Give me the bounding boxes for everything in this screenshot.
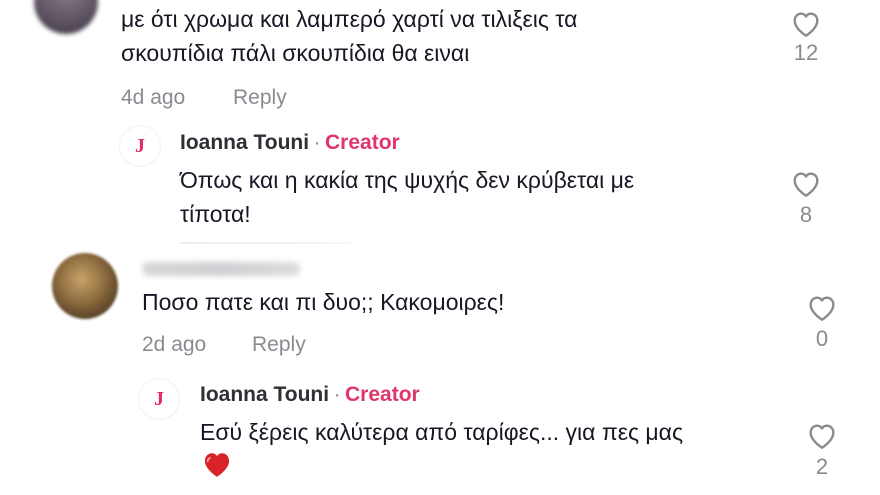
reply-text: Εσύ ξέρεις καλύτερα από ταρίφες... για π… [200, 419, 684, 445]
creator-avatar[interactable]: J [119, 125, 161, 167]
comment-text: Ποσο πατε και πι δυο;; Κακομοιρες! [142, 289, 505, 315]
heart-emoji [201, 450, 233, 483]
author-name[interactable]: Ioanna Touni [180, 131, 309, 154]
creator-badge: Creator [325, 131, 400, 154]
commenter-avatar[interactable] [52, 253, 118, 319]
like-count: 0 [815, 326, 829, 351]
heart-outline-icon [809, 424, 835, 449]
like-count: 8 [799, 202, 813, 227]
comment-text-line: με ότι χρωμα και λαμπερό χαρτί να τιλιξε… [121, 6, 578, 32]
reply-button[interactable]: Reply [252, 333, 306, 357]
heart-outline-icon [793, 172, 819, 197]
separator-dot: · [313, 131, 321, 154]
reply-button[interactable]: Reply [233, 86, 287, 110]
divider [180, 242, 350, 244]
like-button[interactable]: 12 [788, 8, 824, 66]
reply-header: Ioanna Touni · Creator [180, 131, 400, 155]
separator-dot: · [333, 383, 341, 406]
like-button[interactable]: 2 [804, 420, 840, 480]
commenter-avatar[interactable] [34, 0, 98, 34]
comment-text-line: σκουπίδια πάλι σκουπίδια θα ειναι [121, 40, 470, 66]
comment-time: 4d ago [121, 86, 186, 109]
comment-time: 2d ago [142, 333, 207, 356]
like-count: 2 [815, 454, 829, 479]
comment-text: με ότι χρωμα και λαμπερό χαρτί να τιλιξε… [121, 2, 761, 70]
red-heart-icon [204, 453, 230, 477]
author-name[interactable]: Ioanna Touni [200, 383, 329, 406]
heart-outline-icon [809, 296, 835, 321]
reply-header: Ioanna Touni · Creator [200, 383, 420, 407]
creator-badge: Creator [345, 383, 420, 406]
commenter-name-blurred[interactable] [142, 262, 300, 276]
creator-avatar-letter: J [154, 388, 164, 410]
like-button[interactable]: 8 [788, 168, 824, 228]
heart-outline-icon [793, 12, 819, 37]
reply-text-line: τίποτα! [180, 201, 251, 227]
like-button[interactable]: 0 [804, 292, 840, 352]
reply-text: Όπως και η κακία της ψυχής δεν κρύβεται … [180, 163, 780, 231]
reply-text-line: Όπως και η κακία της ψυχής δεν κρύβεται … [180, 167, 635, 193]
creator-avatar[interactable]: J [138, 378, 180, 420]
creator-avatar-letter: J [135, 135, 145, 157]
like-count: 12 [793, 40, 819, 65]
